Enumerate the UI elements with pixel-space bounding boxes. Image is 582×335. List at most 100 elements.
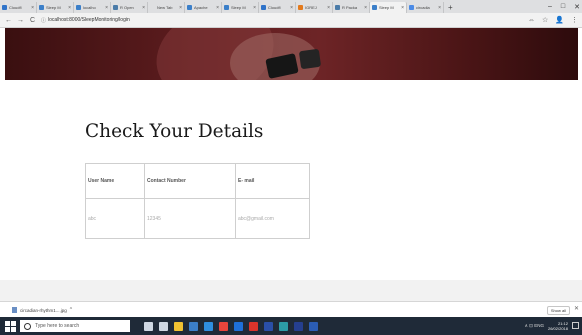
- extension-icon[interactable]: ⇔: [528, 17, 535, 24]
- store-icon[interactable]: [189, 321, 198, 331]
- tab-label: New Tab: [157, 5, 173, 10]
- close-shelf-icon[interactable]: ✕: [574, 305, 579, 312]
- tab-favicon-icon: [298, 5, 303, 10]
- browser-tab[interactable]: R Packa ×: [333, 2, 370, 13]
- tray-icons[interactable]: ∧ ⊡ ENG: [525, 323, 544, 329]
- browser-toolbar: ← → C ⓘ localhost:8000/SleepMonitoring/l…: [0, 13, 582, 28]
- hero-banner-image: [5, 28, 578, 80]
- taskbar-app-icons: [144, 321, 318, 331]
- tab-close-icon[interactable]: ×: [364, 5, 367, 11]
- tab-label: Sleep M: [379, 5, 394, 10]
- tab-label: circadia: [416, 5, 430, 10]
- minimize-icon[interactable]: –: [548, 3, 552, 10]
- file-explorer-icon[interactable]: [174, 321, 183, 331]
- tab-label: Sleep M: [231, 5, 246, 10]
- mic-icon[interactable]: [144, 321, 153, 331]
- browser-tab-strip: Cloudfl × Sleep M × localho × R Open × New Tab × A…: [0, 0, 582, 13]
- window-controls: – □ ✕: [548, 0, 580, 13]
- download-item[interactable]: circadian-rhythm1....jpg ^: [12, 307, 72, 313]
- tab-close-icon[interactable]: ×: [438, 5, 441, 11]
- tab-label: Sleep M: [46, 5, 61, 10]
- task-view-icon[interactable]: [159, 321, 168, 331]
- browser-tab[interactable]: R Open ×: [111, 2, 148, 13]
- forward-icon[interactable]: →: [17, 17, 24, 24]
- tab-close-icon[interactable]: ×: [179, 5, 182, 11]
- tab-label: R Packa: [342, 5, 358, 10]
- tab-favicon-icon: [224, 5, 229, 10]
- tab-close-icon[interactable]: ×: [105, 5, 108, 11]
- tab-close-icon[interactable]: ×: [31, 5, 34, 11]
- tab-favicon-icon: [76, 5, 81, 10]
- tab-favicon-icon: [187, 5, 192, 10]
- tab-label: R Open: [120, 5, 134, 10]
- image-file-icon: [12, 307, 17, 313]
- menu-icon[interactable]: ⋮: [571, 16, 578, 24]
- tab-label: Cloudfl: [9, 5, 22, 10]
- bookmark-star-icon[interactable]: ☆: [542, 16, 548, 24]
- tab-close-icon[interactable]: ×: [216, 5, 219, 11]
- app-icon-blue[interactable]: [234, 321, 243, 331]
- cell-user-name: abc: [85, 198, 145, 239]
- browser-tab[interactable]: New Tab ×: [148, 2, 185, 13]
- edge-icon[interactable]: [204, 321, 213, 331]
- tab-label: localho: [83, 5, 96, 10]
- windows-taskbar: Type here to search ∧ ⊡ ENG 21:12 26/02/…: [0, 317, 582, 335]
- tab-close-icon[interactable]: ×: [253, 5, 256, 11]
- tab-close-icon[interactable]: ×: [290, 5, 293, 11]
- browser-tab[interactable]: Sleep M ×: [370, 2, 407, 13]
- toolbar-right: ⇔ ☆ 👤 ⋮: [528, 13, 578, 27]
- hero-fitness-band-detail: [298, 48, 322, 70]
- maximize-icon[interactable]: □: [561, 3, 565, 10]
- download-options-caret-icon[interactable]: ^: [70, 307, 72, 313]
- reload-icon[interactable]: C: [29, 17, 36, 24]
- tab-close-icon[interactable]: ×: [401, 5, 404, 11]
- browser-tab[interactable]: Sleep M ×: [222, 2, 259, 13]
- site-info-icon[interactable]: ⓘ: [41, 17, 46, 24]
- chrome-icon[interactable]: [219, 321, 228, 331]
- app-icon-navy[interactable]: [294, 321, 303, 331]
- browser-tab[interactable]: circadia ×: [407, 2, 444, 13]
- browser-tab[interactable]: Cloudfl ×: [259, 2, 296, 13]
- back-icon[interactable]: ←: [5, 17, 12, 24]
- system-tray: ∧ ⊡ ENG 21:12 26/02/2018: [525, 317, 568, 335]
- app-icon-red[interactable]: [249, 321, 258, 331]
- download-file-name[interactable]: circadian-rhythm1....jpg: [20, 308, 67, 313]
- tab-close-icon[interactable]: ×: [327, 5, 330, 11]
- word-icon[interactable]: [309, 321, 318, 331]
- tab-favicon-icon: [113, 5, 118, 10]
- app-icon-darkblue[interactable]: [264, 321, 273, 331]
- header-contact-number: Contact Number: [144, 163, 236, 199]
- tab-close-icon[interactable]: ×: [142, 5, 145, 11]
- notification-center-icon[interactable]: [572, 322, 579, 329]
- cortana-search-icon: [24, 322, 31, 330]
- app-icon-teal[interactable]: [279, 321, 288, 331]
- address-url[interactable]: localhost:8000/SleepMonitoring/login: [48, 17, 130, 23]
- taskbar-clock[interactable]: 21:12 26/02/2018: [548, 321, 568, 331]
- downloads-shelf: circadian-rhythm1....jpg ^ Show all ✕: [0, 301, 582, 318]
- table-row: abc 12345 abc@gmail.com: [85, 198, 310, 239]
- taskbar-search-placeholder: Type here to search: [35, 323, 80, 329]
- tab-favicon-icon: [335, 5, 340, 10]
- tab-label: Apache: [194, 5, 208, 10]
- show-all-button[interactable]: Show all: [546, 306, 570, 315]
- page-footer: [0, 280, 582, 301]
- address-bar[interactable]: ⓘ localhost:8000/SleepMonitoring/login: [41, 17, 130, 24]
- tab-label: IGREJ: [305, 5, 317, 10]
- browser-tab[interactable]: Sleep M ×: [37, 2, 74, 13]
- table-header-row: User Name Contact Number E- mail: [85, 163, 310, 199]
- account-icon[interactable]: 👤: [555, 16, 564, 24]
- close-icon[interactable]: ✕: [574, 3, 580, 11]
- details-table: User Name Contact Number E- mail abc 123…: [85, 163, 310, 239]
- tab-favicon-icon: [2, 5, 7, 10]
- tab-close-icon[interactable]: ×: [68, 5, 71, 11]
- tab-favicon-icon: [409, 5, 414, 10]
- cell-contact-number: 12345: [144, 198, 236, 239]
- browser-tab[interactable]: Apache ×: [185, 2, 222, 13]
- browser-tab[interactable]: localho ×: [74, 2, 111, 13]
- clock-date: 26/02/2018: [547, 326, 568, 331]
- browser-tab[interactable]: IGREJ ×: [296, 2, 333, 13]
- new-tab-button[interactable]: +: [444, 2, 457, 13]
- browser-tab[interactable]: Cloudfl ×: [0, 2, 37, 13]
- windows-start-icon[interactable]: [5, 320, 16, 332]
- taskbar-search-box[interactable]: Type here to search: [20, 320, 130, 332]
